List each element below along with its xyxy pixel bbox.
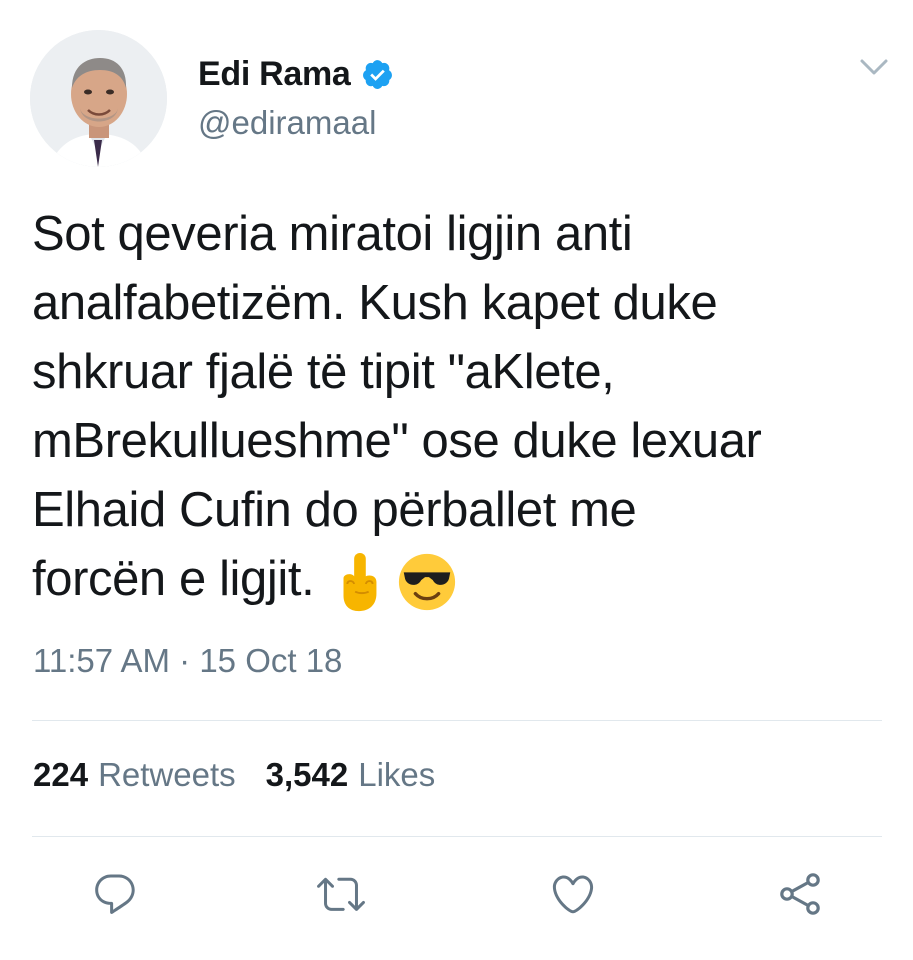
meta-separator: · (179, 642, 191, 679)
tweet-line: Elhaid Cufin do përballet me (32, 483, 637, 537)
divider (32, 720, 882, 721)
reply-button[interactable] (87, 866, 143, 922)
author-handle[interactable]: @ediramaal (198, 104, 376, 142)
like-button[interactable] (545, 866, 601, 922)
tweet-date: 15 Oct 18 (199, 642, 343, 679)
likes-count: 3,542 (265, 756, 349, 793)
tweet-line: mBrekullueshme" ose duke lexuar (32, 414, 762, 468)
retweets-label: Retweets (98, 756, 236, 793)
tweet-time: 11:57 AM (33, 642, 170, 679)
author-display-name[interactable]: Edi Rama (198, 55, 351, 94)
tweet-line: Sot qeveria miratoi ligjin anti (32, 207, 633, 261)
divider (32, 836, 882, 837)
middle-finger-emoji-icon (343, 553, 377, 612)
sunglasses-face-emoji-icon (399, 553, 456, 611)
tweet-text: Sot qeveria miratoi ligjin anti analfabe… (32, 200, 892, 614)
tweet-line: shkruar fjalë të tipit "aKlete, (32, 345, 615, 399)
share-button[interactable] (772, 866, 828, 922)
author-avatar[interactable] (30, 30, 167, 167)
tweet-actions (0, 866, 913, 926)
retweet-icon (317, 877, 365, 911)
profile-photo-icon (30, 30, 167, 167)
retweets-stat[interactable]: 224 Retweets (33, 756, 236, 794)
likes-stat[interactable]: 3,542 Likes (266, 756, 436, 794)
likes-label: Likes (358, 756, 436, 793)
verified-badge-icon (361, 58, 394, 91)
reply-icon (95, 874, 135, 914)
tweet-line: forcën e ligjit. (32, 552, 315, 606)
tweet-line: analfabetizëm. Kush kapet duke (32, 276, 718, 330)
tweet-stats: 224 Retweets 3,542 Likes (33, 756, 465, 794)
like-icon (552, 875, 594, 914)
author-name-row: Edi Rama (198, 52, 394, 96)
retweets-count: 224 (33, 756, 89, 793)
tweet-card: Edi Rama @ediramaal Sot qeveria miratoi … (0, 0, 913, 960)
emoji-row (328, 551, 464, 613)
chevron-down-icon[interactable] (858, 54, 890, 80)
retweet-button[interactable] (313, 866, 369, 922)
share-icon (780, 873, 820, 915)
tweet-timestamp[interactable]: 11:57 AM · 15 Oct 18 (33, 642, 342, 680)
